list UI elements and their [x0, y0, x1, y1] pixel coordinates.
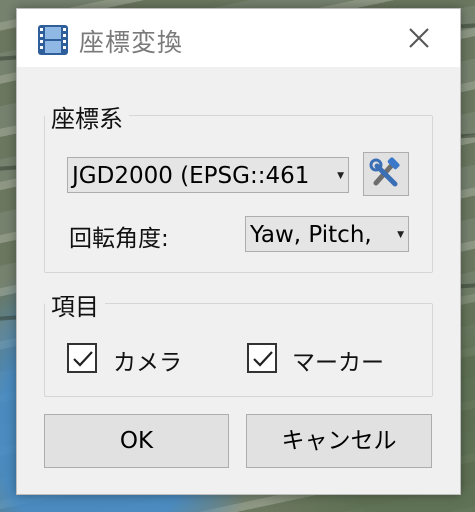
- tools-icon: [369, 157, 400, 187]
- crs-select-value: JGD2000 (EPSG::461: [72, 163, 310, 189]
- window-title: 座標変換: [79, 28, 184, 57]
- coordinate-transform-dialog: 座標変換 座標系 JGD2000 (EPSG::461 ▼ 回転角度: Yaw,…: [16, 8, 461, 495]
- chevron-down-icon: ▼: [397, 230, 404, 240]
- marker-label: マーカー: [292, 350, 384, 376]
- chevron-down-icon: ▼: [337, 171, 344, 181]
- rotation-angle-select[interactable]: Yaw, Pitch, ▼: [245, 216, 409, 252]
- crs-settings-button[interactable]: [363, 152, 409, 196]
- checkmark-icon: [253, 351, 273, 367]
- camera-label: カメラ: [113, 350, 182, 376]
- crs-select[interactable]: JGD2000 (EPSG::461 ▼: [67, 157, 349, 193]
- items-group-label: 項目: [45, 287, 105, 322]
- rotation-angle-value: Yaw, Pitch,: [250, 222, 372, 248]
- title-bar: 座標変換: [17, 9, 460, 67]
- close-icon[interactable]: [404, 23, 434, 53]
- marker-checkbox[interactable]: [247, 343, 277, 373]
- film-icon: [38, 25, 68, 55]
- rotation-angle-label: 回転角度:: [69, 226, 169, 252]
- camera-checkbox[interactable]: [67, 343, 97, 373]
- coordinate-system-group-label: 座標系: [45, 99, 129, 134]
- ok-button[interactable]: OK: [44, 414, 229, 468]
- cancel-button[interactable]: キャンセル: [246, 414, 432, 468]
- checkmark-icon: [73, 351, 93, 367]
